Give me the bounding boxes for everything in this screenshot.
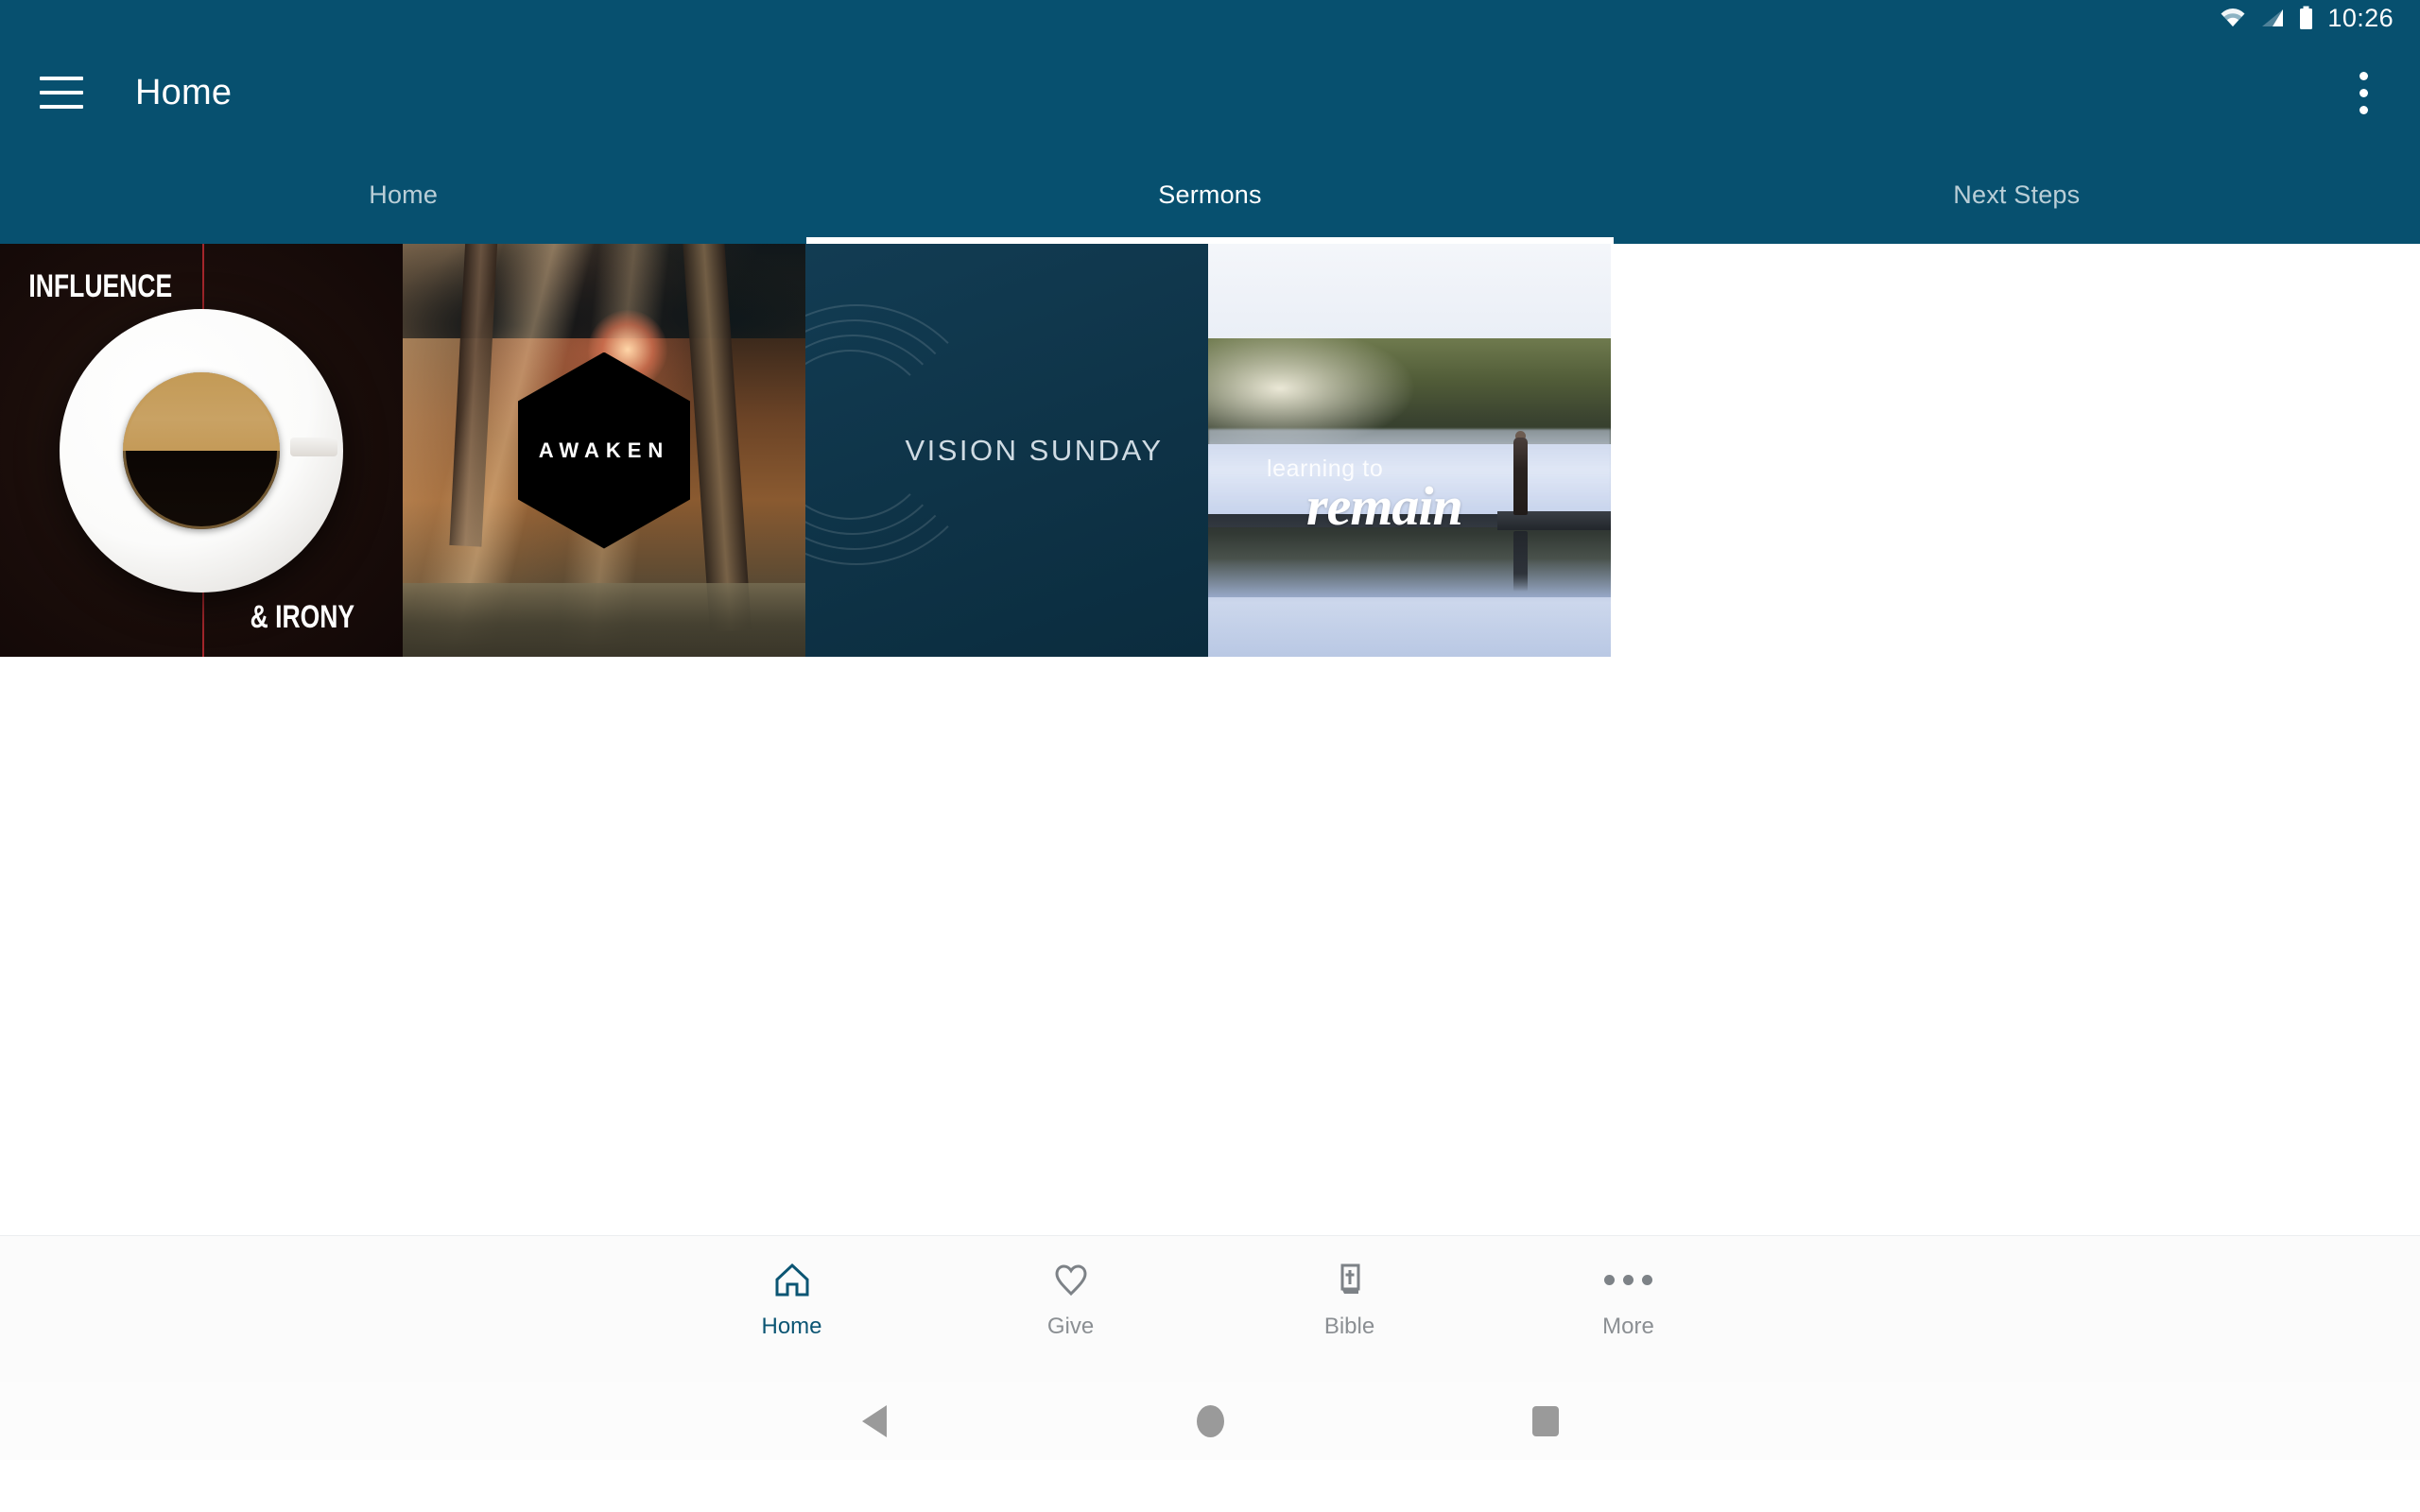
back-triangle-icon[interactable]	[832, 1393, 917, 1450]
tab-sermons[interactable]: Sermons	[806, 149, 1613, 244]
android-system-nav-bar	[0, 1382, 2420, 1460]
card-title-wrap: VISION SUNDAY	[805, 434, 1208, 468]
water-reflection	[1208, 527, 1611, 597]
status-bar: 10:26	[0, 0, 2420, 36]
cup-handle-shape	[289, 438, 337, 457]
sermons-content-area: INFLUENCE & IRONY AWAKEN VISION SUNDAY l…	[0, 244, 2420, 1235]
sermon-card-awaken[interactable]: AWAKEN	[403, 244, 805, 657]
coffee-cup-icon	[123, 371, 280, 529]
tab-active-indicator	[806, 237, 1614, 244]
person-silhouette	[1513, 438, 1528, 515]
tab-home-label: Home	[369, 180, 439, 209]
person-reflection	[1513, 531, 1528, 592]
bottom-nav-item-more[interactable]: More	[1489, 1255, 1768, 1340]
bottom-nav-label: Home	[761, 1314, 822, 1339]
tab-sermons-label: Sermons	[1158, 180, 1262, 209]
status-bar-clock: 10:26	[2327, 3, 2394, 32]
heart-icon	[1050, 1255, 1092, 1304]
tab-home[interactable]: Home	[0, 149, 806, 244]
bottom-nav-label: More	[1602, 1314, 1654, 1339]
bottom-nav-label: Bible	[1323, 1314, 1375, 1339]
card-title-bottom: & IRONY	[250, 599, 354, 635]
sermon-card-learning-to-remain[interactable]: learning to remain	[1208, 244, 1611, 657]
sermon-card-vision-sunday[interactable]: VISION SUNDAY	[805, 244, 1208, 657]
home-circle-icon[interactable]	[1167, 1393, 1253, 1450]
bottom-nav-label: Give	[1046, 1314, 1095, 1339]
bible-book-icon	[1329, 1255, 1371, 1304]
hexagon-badge: AWAKEN	[518, 352, 690, 549]
card-title: AWAKEN	[538, 438, 670, 462]
page-title: Home	[135, 72, 233, 112]
card-title-top: INFLUENCE	[28, 268, 173, 304]
cellular-signal-icon	[2260, 7, 2285, 29]
recents-square-icon[interactable]	[1503, 1393, 1588, 1450]
overflow-menu-icon[interactable]	[2335, 60, 2392, 126]
tab-bar: Home Sermons Next Steps	[0, 149, 2420, 244]
card-title: VISION SUNDAY	[905, 433, 1164, 467]
app-bar: Home	[0, 36, 2420, 149]
tab-next-steps-label: Next Steps	[1953, 180, 2081, 209]
battery-icon	[2298, 6, 2314, 30]
more-dots-icon	[1604, 1255, 1652, 1304]
wifi-icon	[2219, 7, 2247, 29]
grass-foreground	[403, 583, 805, 657]
bottom-navigation-bar: Home Give Bible More	[0, 1235, 2420, 1382]
card-title-line2: remain	[1306, 475, 1463, 537]
hamburger-menu-icon[interactable]	[40, 77, 83, 109]
bottom-nav-item-bible[interactable]: Bible	[1210, 1255, 1489, 1340]
tab-next-steps[interactable]: Next Steps	[1614, 149, 2420, 244]
bottom-nav-item-home[interactable]: Home	[652, 1255, 931, 1340]
sermon-card-influence-and-irony[interactable]: INFLUENCE & IRONY	[0, 244, 403, 657]
bottom-nav-item-give[interactable]: Give	[931, 1255, 1210, 1340]
sermon-card-row[interactable]: INFLUENCE & IRONY AWAKEN VISION SUNDAY l…	[0, 244, 2420, 657]
home-icon	[771, 1255, 813, 1304]
